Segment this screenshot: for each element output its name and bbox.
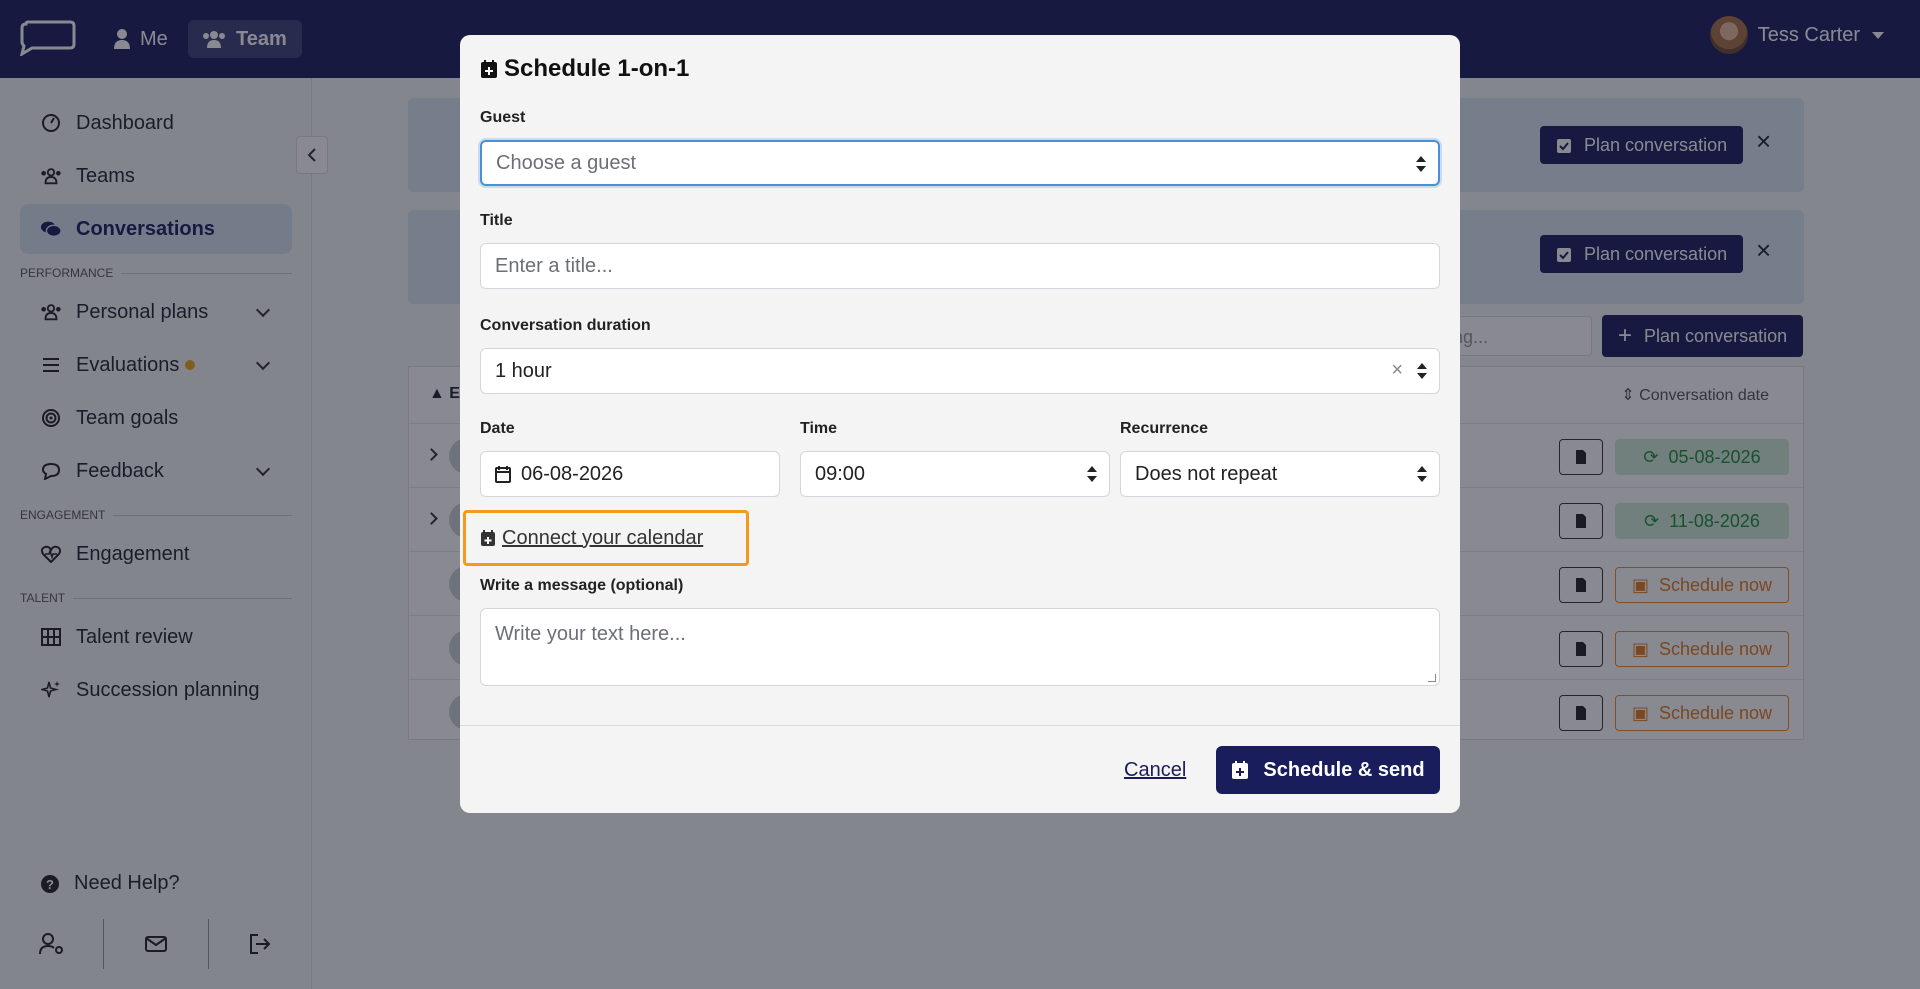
date-label: Date xyxy=(480,420,515,437)
recurrence-select[interactable]: Does not repeat xyxy=(1120,451,1440,497)
title-input[interactable]: Enter a title... xyxy=(480,243,1440,289)
select-arrows-icon xyxy=(1417,466,1427,484)
schedule-send-button[interactable]: Schedule & send xyxy=(1216,746,1440,794)
clear-icon[interactable]: × xyxy=(1391,359,1403,382)
message-label: Write a message (optional) xyxy=(480,577,684,594)
calendar-plus-icon xyxy=(481,530,495,546)
resize-handle-icon[interactable] xyxy=(1428,674,1436,682)
select-arrows-icon xyxy=(1087,466,1097,484)
schedule-modal: Schedule 1-on-1 Guest Choose a guest Tit… xyxy=(460,35,1460,813)
modal-divider xyxy=(460,725,1460,726)
select-arrows-icon xyxy=(1417,363,1427,381)
select-arrows-icon xyxy=(1416,156,1426,174)
guest-select[interactable]: Choose a guest xyxy=(480,140,1440,186)
cancel-button[interactable]: Cancel xyxy=(1124,759,1186,782)
time-select[interactable]: 09:00 xyxy=(800,451,1110,497)
calendar-plus-icon xyxy=(481,60,497,78)
recurrence-label: Recurrence xyxy=(1120,420,1209,437)
guest-label: Guest xyxy=(480,109,526,126)
title-label: Title xyxy=(480,212,513,229)
calendar-plus-icon xyxy=(1232,761,1249,779)
modal-title: Schedule 1-on-1 xyxy=(480,55,689,83)
duration-label: Conversation duration xyxy=(480,317,651,334)
duration-select[interactable]: 1 hour × xyxy=(480,348,1440,394)
connect-calendar-link[interactable]: Connect your calendar xyxy=(463,510,749,566)
message-textarea[interactable]: Write your text here... xyxy=(480,608,1440,686)
calendar-icon xyxy=(495,466,511,483)
date-input[interactable]: 06-08-2026 xyxy=(480,451,780,497)
time-label: Time xyxy=(800,420,838,437)
